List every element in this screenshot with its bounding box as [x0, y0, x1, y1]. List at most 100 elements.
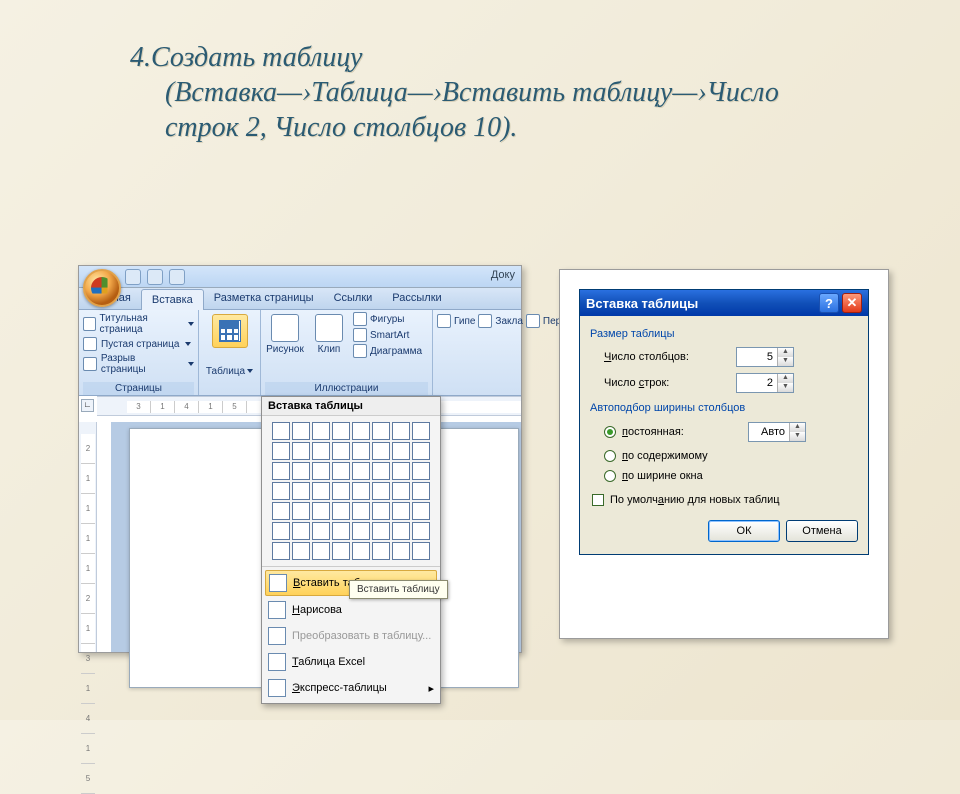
- spinner-up-icon[interactable]: ▲: [790, 423, 805, 432]
- spinner-rows[interactable]: ▲▼: [777, 374, 793, 392]
- grid-cell[interactable]: [332, 542, 350, 560]
- grid-cell[interactable]: [272, 442, 290, 460]
- table-size-grid[interactable]: [272, 422, 430, 560]
- tab-разметка страницы[interactable]: Разметка страницы: [204, 288, 324, 309]
- grid-cell[interactable]: [312, 482, 330, 500]
- input-rows-value[interactable]: [737, 376, 777, 390]
- qat-redo-icon[interactable]: [169, 269, 185, 285]
- grid-cell[interactable]: [392, 442, 410, 460]
- grid-cell[interactable]: [372, 482, 390, 500]
- grid-cell[interactable]: [412, 422, 430, 440]
- grid-cell[interactable]: [332, 422, 350, 440]
- grid-cell[interactable]: [292, 462, 310, 480]
- grid-cell[interactable]: [392, 462, 410, 480]
- grid-cell[interactable]: [292, 522, 310, 540]
- tab-рассылки[interactable]: Рассылки: [382, 288, 451, 309]
- ok-button[interactable]: ОК: [708, 520, 780, 542]
- grid-cell[interactable]: [292, 502, 310, 520]
- grid-cell[interactable]: [412, 542, 430, 560]
- radio-row[interactable]: по содержимому: [590, 446, 858, 466]
- grid-cell[interactable]: [412, 482, 430, 500]
- illus-item[interactable]: Фигуры: [353, 312, 428, 326]
- grid-cell[interactable]: [412, 462, 430, 480]
- grid-cell[interactable]: [272, 502, 290, 520]
- spinner-up-icon[interactable]: ▲: [778, 374, 793, 383]
- menu-item[interactable]: Нарисова: [262, 597, 440, 623]
- grid-cell[interactable]: [312, 542, 330, 560]
- grid-cell[interactable]: [292, 422, 310, 440]
- grid-cell[interactable]: [412, 522, 430, 540]
- grid-cell[interactable]: [312, 422, 330, 440]
- remember-checkbox[interactable]: [592, 494, 604, 506]
- grid-cell[interactable]: [352, 422, 370, 440]
- menu-item[interactable]: Таблица Excel: [262, 649, 440, 675]
- input-fixed-width[interactable]: ▲▼: [748, 422, 806, 442]
- office-button[interactable]: [83, 269, 121, 307]
- grid-cell[interactable]: [412, 502, 430, 520]
- input-rows[interactable]: ▲▼: [736, 373, 794, 393]
- grid-cell[interactable]: [332, 442, 350, 460]
- grid-cell[interactable]: [292, 542, 310, 560]
- remember-checkbox-row[interactable]: По умолчанию для новых таблиц: [590, 486, 858, 510]
- links-item[interactable]: Закла: [478, 313, 523, 329]
- spinner[interactable]: ▲▼: [789, 423, 805, 441]
- grid-cell[interactable]: [392, 542, 410, 560]
- grid-cell[interactable]: [292, 442, 310, 460]
- grid-cell[interactable]: [332, 522, 350, 540]
- grid-cell[interactable]: [272, 542, 290, 560]
- pages-item[interactable]: Пустая страница: [83, 336, 194, 352]
- pages-item[interactable]: Разрыв страницы: [83, 352, 194, 376]
- qat-save-icon[interactable]: [125, 269, 141, 285]
- grid-cell[interactable]: [372, 522, 390, 540]
- spinner-down-icon[interactable]: ▼: [778, 383, 793, 392]
- grid-cell[interactable]: [392, 522, 410, 540]
- grid-cell[interactable]: [352, 542, 370, 560]
- grid-cell[interactable]: [372, 442, 390, 460]
- menu-item[interactable]: Экспресс-таблицы▸: [262, 675, 440, 701]
- grid-cell[interactable]: [372, 422, 390, 440]
- grid-cell[interactable]: [332, 482, 350, 500]
- links-item[interactable]: Гипе: [437, 313, 475, 329]
- radio-row[interactable]: по ширине окна: [590, 466, 858, 486]
- grid-cell[interactable]: [352, 462, 370, 480]
- illus-item[interactable]: Диаграмма: [353, 344, 428, 358]
- spinner-down-icon[interactable]: ▼: [790, 432, 805, 441]
- radio-button[interactable]: [604, 426, 616, 438]
- grid-cell[interactable]: [352, 502, 370, 520]
- grid-cell[interactable]: [412, 442, 430, 460]
- grid-cell[interactable]: [392, 502, 410, 520]
- grid-cell[interactable]: [312, 502, 330, 520]
- grid-cell[interactable]: [272, 522, 290, 540]
- grid-cell[interactable]: [352, 442, 370, 460]
- tab-ссылки[interactable]: Ссылки: [324, 288, 383, 309]
- spinner-columns[interactable]: ▲▼: [777, 348, 793, 366]
- spinner-up-icon[interactable]: ▲: [778, 348, 793, 357]
- grid-cell[interactable]: [372, 542, 390, 560]
- grid-cell[interactable]: [352, 522, 370, 540]
- picture-button[interactable]: Рисунок: [265, 312, 305, 372]
- grid-cell[interactable]: [292, 482, 310, 500]
- cancel-button[interactable]: Отмена: [786, 520, 858, 542]
- tab-вставка[interactable]: Вставка: [141, 289, 204, 310]
- grid-cell[interactable]: [312, 442, 330, 460]
- grid-cell[interactable]: [372, 502, 390, 520]
- input-columns-value[interactable]: [737, 350, 777, 364]
- pages-item[interactable]: Титульная страница: [83, 312, 194, 336]
- grid-cell[interactable]: [352, 482, 370, 500]
- grid-cell[interactable]: [312, 522, 330, 540]
- help-button[interactable]: ?: [819, 293, 839, 313]
- grid-cell[interactable]: [392, 422, 410, 440]
- input-fixed-width-value[interactable]: [749, 425, 789, 439]
- grid-cell[interactable]: [392, 482, 410, 500]
- grid-cell[interactable]: [372, 462, 390, 480]
- grid-cell[interactable]: [332, 502, 350, 520]
- clipart-button[interactable]: Клип: [309, 312, 349, 372]
- grid-cell[interactable]: [272, 422, 290, 440]
- grid-cell[interactable]: [272, 482, 290, 500]
- table-button[interactable]: [212, 314, 248, 348]
- grid-cell[interactable]: [272, 462, 290, 480]
- radio-button[interactable]: [604, 470, 616, 482]
- spinner-down-icon[interactable]: ▼: [778, 357, 793, 366]
- radio-row[interactable]: постоянная:▲▼: [590, 418, 858, 446]
- grid-cell[interactable]: [312, 462, 330, 480]
